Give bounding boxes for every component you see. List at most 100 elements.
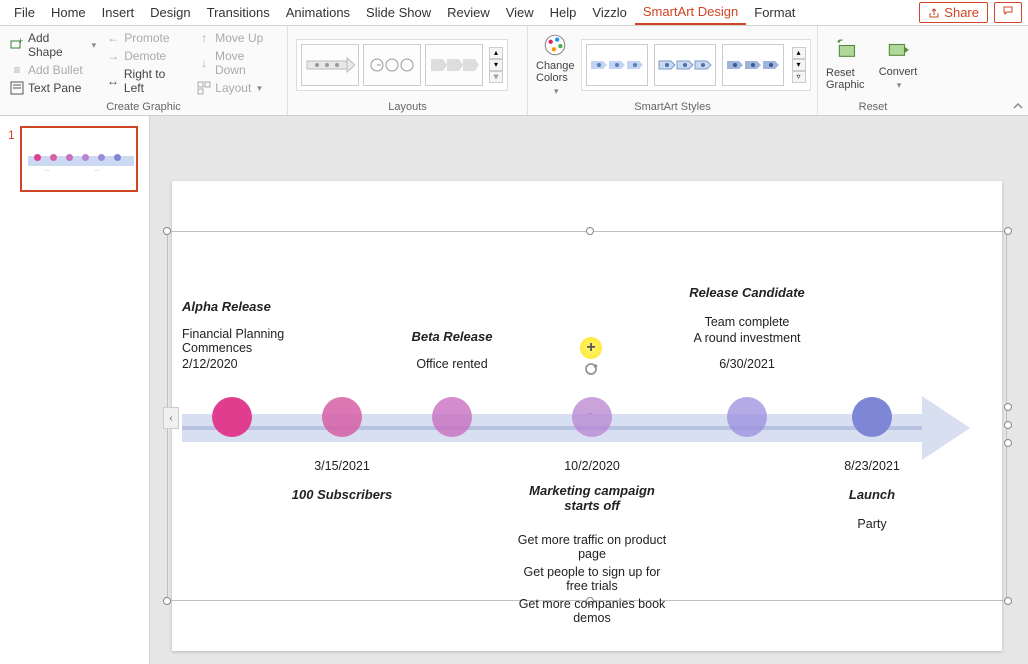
rc-sub3: 6/30/2021 — [672, 357, 822, 371]
share-icon — [928, 7, 940, 19]
ribbon-group-create-graphic: +Add Shape▾ ≡Add Bullet Text Pane ←Promo… — [0, 26, 288, 115]
spin-more-icon[interactable]: ▿ — [792, 71, 806, 83]
mkt-b3: Get more companies book demos — [512, 597, 672, 625]
svg-text:+: + — [18, 38, 23, 46]
layout-option-3[interactable] — [425, 44, 483, 86]
slide-canvas[interactable]: ‹ + Alpha Release Financial Planning Com… — [150, 116, 1028, 664]
timeline-node-subscribers[interactable] — [322, 397, 362, 437]
timeline-node-rc[interactable] — [727, 397, 767, 437]
text-pane-button[interactable]: Text Pane — [8, 80, 98, 96]
group-label-reset: Reset — [826, 99, 920, 113]
move-down-icon: ↓ — [197, 56, 211, 70]
move-up-button[interactable]: ↑Move Up — [195, 30, 279, 46]
spin-more-icon[interactable]: ▿ — [489, 71, 503, 83]
ribbon-group-layouts: ▴▾▿ Layouts — [288, 26, 528, 115]
ribbon: +Add Shape▾ ≡Add Bullet Text Pane ←Promo… — [0, 26, 1028, 116]
selection-handle-nw[interactable] — [163, 227, 171, 235]
timeline-node-marketing[interactable] — [572, 397, 612, 437]
spin-down-icon[interactable]: ▾ — [792, 59, 806, 71]
promote-button[interactable]: ←Promote — [104, 30, 189, 46]
tab-vizzlo[interactable]: Vizzlo — [584, 1, 634, 24]
change-colors-label: Change Colors — [536, 60, 575, 84]
rotate-handle[interactable] — [583, 361, 597, 375]
convert-button[interactable]: Convert ▾ — [876, 38, 920, 91]
selection-handle-e2[interactable] — [1004, 421, 1012, 429]
caret-icon: ▾ — [897, 80, 902, 91]
launch-title: Launch — [822, 487, 922, 502]
demote-label: Demote — [124, 49, 166, 63]
share-button[interactable]: Share — [919, 2, 988, 23]
text-pane-icon — [10, 81, 24, 95]
layout-button[interactable]: Layout▾ — [195, 80, 279, 96]
tab-design[interactable]: Design — [142, 1, 198, 24]
layouts-gallery[interactable]: ▴▾▿ — [296, 39, 508, 91]
subs-date: 3/15/2021 — [292, 459, 392, 473]
demote-icon: → — [106, 49, 120, 63]
work-area: 1 ··· ··· ‹ — [0, 116, 1028, 664]
group-label-layouts: Layouts — [296, 99, 519, 113]
subs-title: 100 Subscribers — [272, 487, 412, 502]
convert-label: Convert — [879, 66, 918, 78]
bullet-icon: ≡ — [10, 63, 24, 77]
tab-slideshow[interactable]: Slide Show — [358, 1, 439, 24]
styles-gallery[interactable]: ▴▾▿ — [581, 39, 811, 91]
add-shape-icon: + — [10, 38, 24, 52]
tab-format[interactable]: Format — [746, 1, 803, 24]
change-colors-button[interactable]: Change Colors▾ — [536, 32, 575, 97]
reset-graphic-button[interactable]: Reset Graphic — [826, 39, 870, 91]
style-option-3[interactable] — [722, 44, 784, 86]
slide-thumbnails-panel: 1 ··· ··· — [0, 116, 150, 664]
style-option-2[interactable] — [654, 44, 716, 86]
add-bullet-button[interactable]: ≡Add Bullet — [8, 62, 98, 78]
rtl-button[interactable]: ↔Right to Left — [104, 66, 189, 96]
gallery-spinner[interactable]: ▴▾▿ — [489, 47, 503, 83]
comment-icon — [1001, 5, 1015, 17]
timeline-node-beta[interactable] — [432, 397, 472, 437]
tab-animations[interactable]: Animations — [278, 1, 358, 24]
thumbnail-number: 1 — [8, 128, 15, 142]
promote-label: Promote — [124, 31, 169, 45]
group-label-create: Create Graphic — [8, 99, 279, 113]
tab-review[interactable]: Review — [439, 1, 498, 24]
rotate-icon — [583, 361, 599, 377]
selection-handle-e3[interactable] — [1004, 439, 1012, 447]
tab-insert[interactable]: Insert — [94, 1, 143, 24]
selection-handle-se[interactable] — [1004, 597, 1012, 605]
reset-icon — [835, 39, 861, 65]
style-option-1[interactable] — [586, 44, 648, 86]
tab-file[interactable]: File — [6, 1, 43, 24]
move-down-label: Move Down — [215, 49, 277, 77]
layout-option-1[interactable] — [301, 44, 359, 86]
slide[interactable]: ‹ + Alpha Release Financial Planning Com… — [172, 181, 1002, 651]
selection-handle-e[interactable] — [1004, 403, 1012, 411]
move-up-icon: ↑ — [197, 31, 211, 45]
selection-handle-n[interactable] — [586, 227, 594, 235]
spin-up-icon[interactable]: ▴ — [792, 47, 806, 59]
tab-help[interactable]: Help — [542, 1, 585, 24]
tab-transitions[interactable]: Transitions — [199, 1, 278, 24]
smartart-textpane-toggle[interactable]: ‹ — [163, 407, 179, 429]
slide-thumbnail-1[interactable]: 1 ··· ··· — [20, 126, 138, 192]
mkt-b1: Get more traffic on product page — [512, 533, 672, 561]
timeline-node-alpha[interactable] — [212, 397, 252, 437]
rc-sub2: A round investment — [672, 331, 822, 345]
spin-up-icon[interactable]: ▴ — [489, 47, 503, 59]
move-down-button[interactable]: ↓ Move Down — [195, 48, 279, 78]
add-shape-button[interactable]: +Add Shape▾ — [8, 30, 98, 60]
beta-title: Beta Release — [392, 329, 512, 344]
layout-option-2[interactable] — [363, 44, 421, 86]
tab-smartart-design[interactable]: SmartArt Design — [635, 0, 746, 25]
selection-handle-sw[interactable] — [163, 597, 171, 605]
ribbon-group-smartart-styles: Change Colors▾ ▴▾▿ SmartArt Styles — [528, 26, 818, 115]
tab-view[interactable]: View — [498, 1, 542, 24]
tab-home[interactable]: Home — [43, 1, 94, 24]
styles-spinner[interactable]: ▴▾▿ — [792, 47, 806, 83]
mkt-title: Marketing campaign starts off — [522, 483, 662, 513]
demote-button[interactable]: → Demote — [104, 48, 189, 64]
spin-down-icon[interactable]: ▾ — [489, 59, 503, 71]
timeline-node-launch[interactable] — [852, 397, 892, 437]
comments-button[interactable] — [994, 2, 1022, 23]
collapse-ribbon-button[interactable] — [1012, 100, 1024, 115]
selection-handle-ne[interactable] — [1004, 227, 1012, 235]
share-label: Share — [944, 5, 979, 20]
